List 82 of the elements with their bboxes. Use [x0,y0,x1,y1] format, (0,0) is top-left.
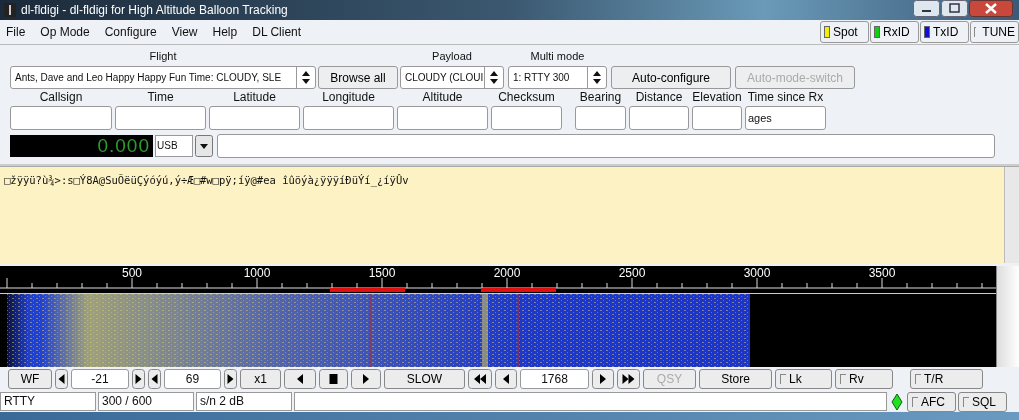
input-field[interactable] [303,106,394,130]
rewind-icon[interactable] [468,369,492,389]
field-label: Callsign [39,90,83,106]
toggle-button[interactable]: Lk [775,369,832,389]
scrollbar[interactable] [1004,167,1019,263]
menu-item[interactable]: DL Client [252,25,302,39]
close-icon[interactable] [969,0,1013,17]
status-cell: RTTY [0,392,96,411]
toggle-button[interactable]: SQL [958,391,1007,412]
field-label: Elevation [692,90,742,106]
scale-label: 500 [121,266,143,280]
input-field[interactable] [209,106,300,130]
multi-mode-selector[interactable]: 1: RTTY 300 [508,66,607,89]
menu-item[interactable]: Configure [104,25,157,39]
input-field[interactable] [217,134,995,158]
field-label: Distance [635,90,683,106]
scale-label: 1500 [367,266,397,280]
field-label: Time since Rx [747,90,824,106]
scale-label: 2500 [617,266,647,280]
input-field[interactable] [491,106,562,130]
minimize-icon[interactable] [913,0,940,17]
checkbox[interactable] [974,27,977,37]
control-button[interactable]: x1 [240,369,281,389]
multi-mode-label: Multi mode [530,50,585,64]
maximize-icon[interactable] [941,0,968,17]
scrollbar[interactable] [996,266,1019,367]
indicator-toggle[interactable]: TxID [920,21,969,43]
indicator-toggle[interactable]: TUNE [970,21,1019,43]
flight-label: Flight [149,50,177,64]
toggle-button[interactable]: Rv [835,369,893,389]
control-button[interactable]: SLOW [384,369,465,389]
received-text: □žÿÿü?ù¾>:s□Ý8A@SuÕëüÇýóýú,ý÷Æ□#w□pÿ;íÿ@#ea îûöýà¿ÿÿÿíÐüÝí_¿íÿÛv [3,173,410,189]
input-field[interactable] [115,106,206,130]
scale-label: 1000 [242,266,272,280]
input-field[interactable] [629,106,689,130]
checkbox[interactable] [912,396,918,407]
input-field[interactable] [692,106,742,130]
indicator-toggle[interactable]: RxID [870,21,919,43]
fast-forward-icon[interactable] [617,369,640,389]
field-label: Altitude [422,90,463,106]
flight-selector[interactable]: Ants, Dave and Leo Happy Happy Fun Time: CLOUDY, SLE [10,66,316,89]
payload-selector[interactable]: CLOUDY (CLOUI [400,66,504,89]
value-field[interactable]: 1768 [520,369,589,389]
app-icon [4,3,16,17]
toggle-button[interactable]: T/R [910,369,983,389]
frequency-display[interactable]: 0.000 [10,135,153,157]
status-cell: s/n 2 dB [196,392,292,411]
menu-item[interactable]: File [6,25,26,39]
checkbox[interactable] [963,396,969,407]
input-field[interactable] [575,106,626,130]
field-label: Longitude [322,90,375,106]
checkbox[interactable] [915,374,921,384]
status-cell: 300 / 600 [98,392,194,411]
indicator-toggle[interactable]: Spot [820,21,869,43]
scale-label: 3000 [742,266,772,280]
menu-item[interactable]: Op Mode [40,25,90,39]
input-field[interactable] [10,106,112,130]
checkbox[interactable] [780,374,786,384]
scale-label: 3500 [867,266,897,280]
value-field[interactable]: 69 [164,369,221,389]
checkbox[interactable] [840,374,846,384]
input-field[interactable] [397,106,488,130]
dropdown-icon[interactable] [195,135,213,157]
control-button[interactable]: Store [699,369,772,389]
input-field[interactable]: ages [745,106,826,130]
value-field[interactable]: -21 [71,369,129,389]
diamond-icon [891,392,903,411]
field-label: Bearing [579,90,622,106]
window-title: dl-fldigi - dl-fldigi for High Altitude Balloon Tracking [21,3,288,17]
browse-all-button[interactable]: Browse all [318,66,398,89]
toggle-button[interactable]: AFC [907,391,956,412]
field-label: Time [147,90,174,106]
menu-item[interactable]: Help [212,25,238,39]
field-label: Checksum [498,90,555,106]
scale-label: 2000 [492,266,522,280]
stop-icon[interactable] [319,369,348,389]
payload-label: Payload [432,50,472,64]
control-button[interactable]: WF [8,369,52,389]
mode-button[interactable]: Auto-configure [611,66,731,89]
sideband-field[interactable]: USB [155,135,193,157]
field-label: Latitude [233,90,276,106]
menu-item[interactable]: View [171,25,198,39]
